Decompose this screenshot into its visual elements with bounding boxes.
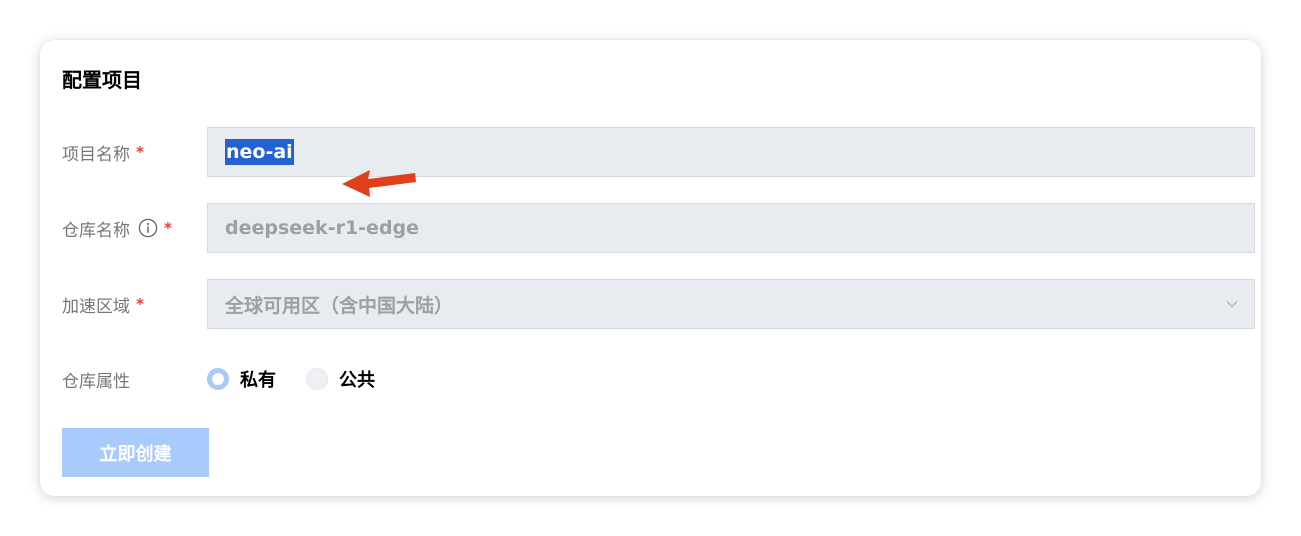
- repo-name-input[interactable]: deepseek-r1-edge: [207, 203, 1255, 253]
- radio-private[interactable]: 私有: [207, 366, 276, 392]
- radio-public-label: 公共: [339, 370, 375, 391]
- region-label-wrap: 加速区域 *: [62, 279, 144, 329]
- repo-name-label-wrap: 仓库名称 *: [62, 203, 172, 253]
- create-now-button[interactable]: 立即创建: [62, 428, 209, 477]
- repo-name-row: 仓库名称 * deepseek-r1-edge: [40, 203, 1261, 253]
- repo-attr-row: 仓库属性 私有 公共: [40, 354, 1261, 404]
- repo-attr-radio-group: 私有 公共: [207, 354, 405, 404]
- radio-checked-icon[interactable]: [207, 368, 229, 390]
- required-mark: *: [164, 219, 172, 237]
- region-selected-value: 全球可用区（含中国大陆）: [225, 294, 454, 317]
- radio-unchecked-icon[interactable]: [306, 368, 328, 390]
- project-name-value: neo-ai: [225, 139, 294, 165]
- radio-private-label: 私有: [240, 370, 276, 391]
- region-label: 加速区域: [62, 296, 130, 317]
- project-name-label-wrap: 项目名称 *: [62, 127, 144, 177]
- red-arrow-icon: [342, 170, 416, 197]
- required-mark: *: [136, 295, 144, 313]
- info-circle-icon[interactable]: [138, 218, 158, 238]
- repo-name-label: 仓库名称: [62, 220, 130, 241]
- required-mark: *: [136, 143, 144, 161]
- chevron-down-icon: [1226, 300, 1238, 308]
- config-card: 配置项目 项目名称 * neo-ai 仓库名称 * deepseek-r1-ed…: [40, 40, 1261, 496]
- card-title: 配置项目: [62, 68, 142, 92]
- region-row: 加速区域 * 全球可用区（含中国大陆）: [40, 279, 1261, 329]
- project-name-label: 项目名称: [62, 144, 130, 165]
- repo-name-value: deepseek-r1-edge: [225, 217, 420, 239]
- repo-attr-label-wrap: 仓库属性: [62, 354, 130, 404]
- project-name-row: 项目名称 * neo-ai: [40, 127, 1261, 177]
- radio-public[interactable]: 公共: [306, 366, 375, 392]
- region-select[interactable]: 全球可用区（含中国大陆）: [207, 279, 1255, 329]
- repo-attr-label: 仓库属性: [62, 371, 130, 392]
